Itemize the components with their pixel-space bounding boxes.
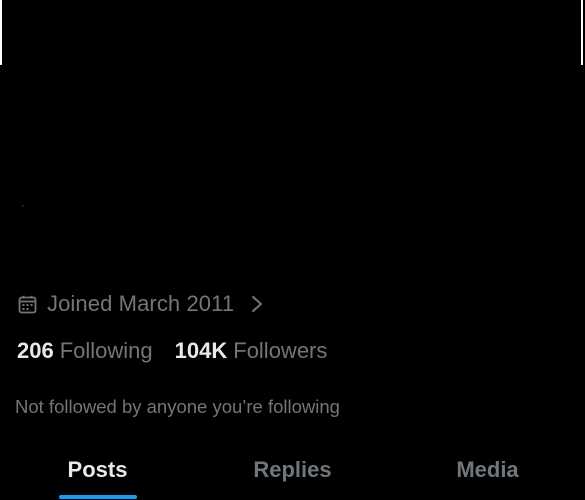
not-followed-notice: Not followed by anyone you’re following xyxy=(15,396,340,417)
tab-replies-label: Replies xyxy=(253,457,332,482)
following-stat-link[interactable]: 206 Following xyxy=(17,338,153,364)
avatar-placeholder-dot xyxy=(22,205,24,207)
tab-posts[interactable]: Posts xyxy=(0,445,195,500)
tab-media-label: Media xyxy=(456,457,519,482)
tab-posts-label: Posts xyxy=(67,457,128,482)
joined-date-text: Joined March 2011 xyxy=(47,291,235,316)
active-tab-indicator xyxy=(58,495,137,499)
calendar-icon xyxy=(18,295,37,314)
followers-count: 104K xyxy=(174,338,228,363)
tab-media[interactable]: Media xyxy=(390,445,585,500)
following-label: Following xyxy=(59,338,153,363)
followers-label: Followers xyxy=(233,338,328,363)
joined-date-row[interactable]: Joined March 2011 xyxy=(18,289,264,319)
following-count: 206 xyxy=(17,338,54,363)
tab-replies[interactable]: Replies xyxy=(195,445,390,500)
followers-stat-link[interactable]: 104K Followers xyxy=(175,338,328,364)
header-banner xyxy=(0,0,583,65)
chevron-right-icon[interactable] xyxy=(250,295,264,313)
follow-stats: 206 Following 104K Followers xyxy=(17,335,327,367)
profile-page: Joined March 2011 206 Following 104K Fol… xyxy=(0,0,585,500)
profile-tabs: Posts Replies Media xyxy=(0,445,585,500)
